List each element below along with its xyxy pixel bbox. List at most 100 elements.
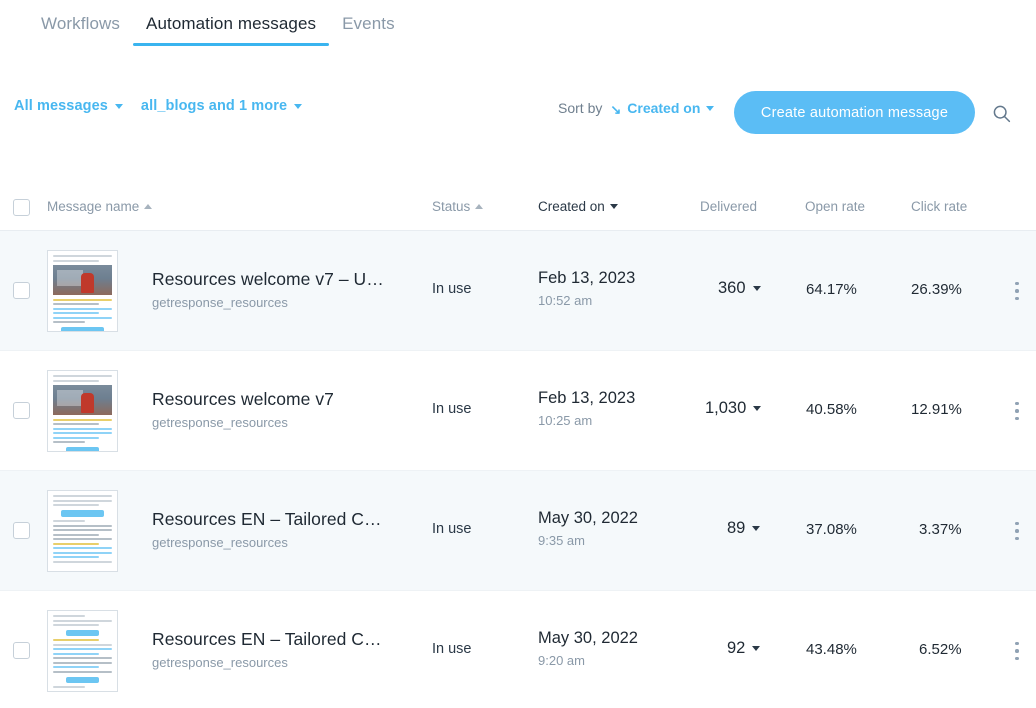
column-header-open-rate-label: Open rate	[805, 199, 866, 214]
row-actions-menu-button[interactable]	[1006, 637, 1028, 665]
sort-by-value[interactable]: ↘ Created on	[610, 100, 715, 117]
chevron-down-icon	[114, 103, 123, 109]
create-automation-message-button[interactable]: Create automation message	[734, 91, 975, 134]
filter-lists-label: all_blogs and 1 more	[140, 98, 288, 114]
message-name[interactable]: Resources EN – Tailored C…	[152, 629, 414, 650]
delivered-value: 1,030	[705, 399, 747, 417]
message-thumbnail[interactable]	[47, 370, 118, 452]
message-list-name: getresponse_resources	[152, 535, 288, 550]
column-header-created-on[interactable]: Created on	[538, 199, 618, 214]
open-rate-value: 64.17%	[806, 281, 857, 298]
automation-messages-page: Workflows Automation messages Events All…	[0, 0, 1036, 708]
column-header-delivered-label: Delivered	[700, 199, 758, 214]
column-header-click-rate: Click rate	[911, 199, 967, 214]
message-name-cell: Resources welcome v7 getresponse_resourc…	[152, 389, 414, 430]
delivered-count[interactable]: 89	[727, 519, 761, 538]
open-rate-value: 43.48%	[806, 641, 857, 658]
delivered-value: 92	[727, 639, 746, 657]
filter-lists[interactable]: all_blogs and 1 more	[140, 98, 303, 114]
message-name[interactable]: Resources welcome v7 – U…	[152, 269, 414, 290]
chevron-down-icon	[294, 103, 303, 109]
created-on-cell: Feb 13, 2023 10:52 am	[538, 269, 635, 308]
caret-up-icon	[144, 204, 153, 209]
caret-down-icon	[752, 526, 761, 531]
sort-by-label: Sort by	[558, 100, 603, 116]
sort-by-value-label: Created on	[627, 100, 701, 116]
created-date: May 30, 2022	[538, 509, 638, 527]
caret-down-icon	[752, 646, 761, 651]
status-badge: In use	[432, 401, 472, 417]
status-badge: In use	[432, 641, 472, 657]
tab-automation-messages-label: Automation messages	[146, 14, 317, 33]
table-row[interactable]: Resources EN – Tailored C… getresponse_r…	[0, 471, 1036, 591]
message-list-name: getresponse_resources	[152, 295, 288, 310]
caret-down-icon	[752, 286, 761, 291]
select-all-checkbox[interactable]	[13, 199, 30, 216]
open-rate-value: 37.08%	[806, 521, 857, 538]
delivered-count[interactable]: 360	[718, 279, 761, 298]
message-thumbnail[interactable]	[47, 490, 118, 572]
main-tabs: Workflows Automation messages Events	[0, 0, 1036, 52]
message-name-cell: Resources welcome v7 – U… getresponse_re…	[152, 269, 414, 310]
row-actions-menu-button[interactable]	[1006, 277, 1028, 305]
column-header-status[interactable]: Status	[432, 199, 484, 214]
tab-automation-messages[interactable]: Automation messages	[133, 0, 330, 46]
create-automation-message-label: Create automation message	[760, 104, 949, 121]
table-row[interactable]: Resources welcome v7 getresponse_resourc…	[0, 351, 1036, 471]
table-header: Message name Status Created on Delivered…	[0, 186, 1036, 231]
arrow-down-right-icon: ↘	[610, 101, 622, 117]
message-thumbnail[interactable]	[47, 250, 118, 332]
click-rate-value: 3.37%	[919, 521, 962, 538]
click-rate-value: 26.39%	[911, 281, 962, 298]
filter-group: All messages all_blogs and 1 more	[14, 98, 303, 114]
row-select-checkbox[interactable]	[13, 282, 30, 299]
created-date: May 30, 2022	[538, 629, 638, 647]
search-button[interactable]	[986, 98, 1016, 128]
search-icon	[993, 105, 1010, 122]
created-time: 9:35 am	[538, 533, 585, 548]
created-date: Feb 13, 2023	[538, 269, 636, 287]
message-list-name: getresponse_resources	[152, 655, 288, 670]
table-row[interactable]: Resources welcome v7 – U… getresponse_re…	[0, 231, 1036, 351]
tab-events-label: Events	[342, 14, 395, 33]
caret-down-icon	[753, 406, 762, 411]
message-list-name: getresponse_resources	[152, 415, 288, 430]
column-header-message-name-label: Message name	[47, 199, 140, 214]
delivered-value: 360	[718, 279, 746, 297]
delivered-value: 89	[727, 519, 746, 537]
tab-workflows[interactable]: Workflows	[28, 0, 133, 46]
row-actions-menu-button[interactable]	[1006, 517, 1028, 545]
filter-all-messages[interactable]: All messages	[14, 98, 123, 114]
tab-events[interactable]: Events	[329, 0, 408, 46]
row-select-checkbox[interactable]	[13, 522, 30, 539]
created-time: 10:25 am	[538, 413, 593, 428]
status-badge: In use	[432, 281, 472, 297]
column-header-open-rate: Open rate	[805, 199, 865, 214]
thumbnail-hero-image	[53, 384, 112, 415]
column-header-click-rate-label: Click rate	[911, 199, 968, 214]
created-on-cell: Feb 13, 2023 10:25 am	[538, 389, 635, 428]
messages-table: Message name Status Created on Delivered…	[0, 186, 1036, 708]
row-select-checkbox[interactable]	[13, 402, 30, 419]
table-row[interactable]: Resources EN – Tailored C… getresponse_r…	[0, 591, 1036, 708]
message-name-cell: Resources EN – Tailored C… getresponse_r…	[152, 509, 414, 550]
column-header-status-label: Status	[432, 199, 471, 214]
delivered-count[interactable]: 1,030	[705, 399, 762, 418]
row-actions-menu-button[interactable]	[1006, 397, 1028, 425]
message-thumbnail[interactable]	[47, 610, 118, 692]
row-select-checkbox[interactable]	[13, 642, 30, 659]
caret-up-icon	[475, 204, 484, 209]
chevron-down-icon	[706, 105, 715, 111]
column-header-created-on-label: Created on	[538, 199, 605, 214]
tab-workflows-label: Workflows	[41, 14, 120, 33]
column-header-message-name[interactable]: Message name	[47, 199, 153, 214]
created-on-cell: May 30, 2022 9:20 am	[538, 629, 638, 668]
delivered-count[interactable]: 92	[727, 639, 761, 658]
created-time: 9:20 am	[538, 653, 585, 668]
sort-control: Sort by ↘ Created on	[558, 100, 715, 117]
message-name-cell: Resources EN – Tailored C… getresponse_r…	[152, 629, 414, 670]
message-name[interactable]: Resources welcome v7	[152, 389, 414, 410]
click-rate-value: 6.52%	[919, 641, 962, 658]
message-name[interactable]: Resources EN – Tailored C…	[152, 509, 414, 530]
filter-all-messages-label: All messages	[14, 98, 108, 114]
